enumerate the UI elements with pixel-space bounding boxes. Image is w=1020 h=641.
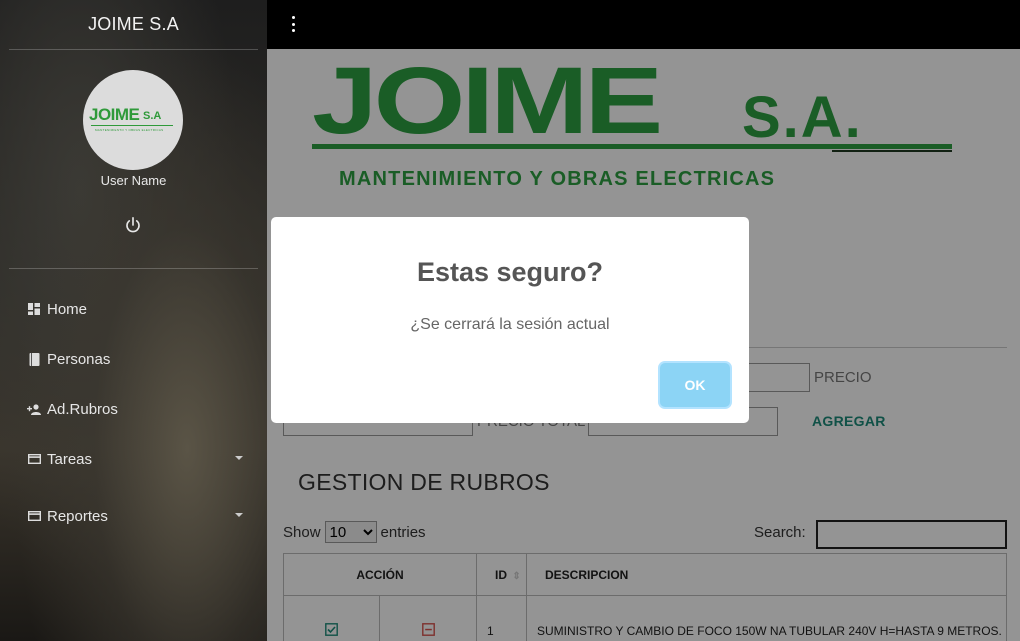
sidebar-item-reportes[interactable]: Reportes [0, 498, 267, 534]
add-user-icon [27, 402, 41, 416]
sidebar-item-personas[interactable]: Personas [0, 341, 267, 377]
more-vertical-icon[interactable] [289, 16, 297, 32]
avatar-logo-suffix: S.A [143, 110, 162, 122]
dialog-message: ¿Se cerrará la sesión actual [410, 316, 610, 333]
book-icon [27, 352, 41, 366]
chevron-down-icon [235, 513, 243, 517]
avatar-logo-rule [91, 125, 173, 126]
sidebar-item-label: Personas [47, 350, 111, 368]
confirm-dialog: Estas seguro? ¿Se cerrará la sesión actu… [271, 217, 749, 423]
sidebar-item-label: Home [47, 300, 88, 318]
sidebar-item-label: Reportes [47, 507, 108, 525]
chevron-down-icon [235, 456, 243, 460]
power-icon[interactable] [124, 216, 142, 234]
card-icon [27, 452, 41, 466]
dashboard-icon [27, 302, 41, 316]
avatar-logo-main: JOIME [89, 105, 140, 124]
sidebar-divider [9, 49, 258, 50]
top-bar [267, 0, 1020, 49]
sidebar-item-label: Tareas [47, 450, 93, 468]
sidebar-brand: JOIME S.A [88, 14, 179, 34]
sidebar-item-home[interactable]: Home [0, 291, 267, 327]
avatar-logo-subtitle: MANTENIMIENTO Y OBRAS ELECTRICAS [95, 128, 164, 132]
sidebar: JOIME S.A JOIME S.A MANTENIMIENTO Y OBRA… [0, 0, 267, 641]
sidebar-item-label: Ad.Rubros [47, 400, 118, 418]
dialog-title: Estas seguro? [416, 257, 604, 287]
sidebar-divider [9, 268, 258, 269]
ok-button[interactable]: OK [660, 363, 730, 407]
avatar: JOIME S.A MANTENIMIENTO Y OBRAS ELECTRIC… [83, 70, 183, 170]
sidebar-item-ad-rubros[interactable]: Ad.Rubros [0, 391, 267, 427]
sidebar-item-tareas[interactable]: Tareas [0, 441, 267, 477]
user-name: User Name [100, 173, 167, 188]
card-icon [27, 509, 41, 523]
